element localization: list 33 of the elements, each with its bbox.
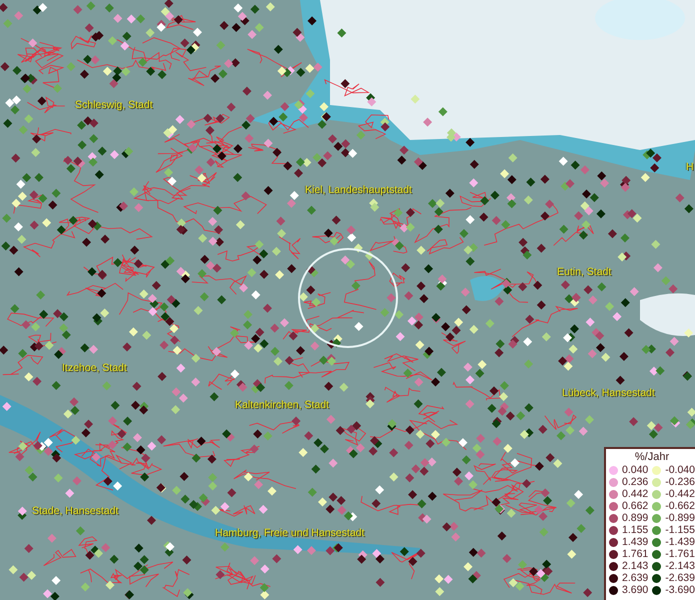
legend-value: -2.639: [665, 572, 695, 584]
legend-value: 1.761: [622, 548, 648, 560]
legend-value: 0.662: [622, 500, 648, 512]
legend-value: 0.040: [622, 464, 648, 476]
legend-value: -2.143: [665, 560, 695, 572]
legend-value: 0.442: [622, 488, 648, 500]
legend-value: 3.690: [622, 584, 648, 596]
legend-value: -1.155: [665, 524, 695, 536]
legend-value: -1.761: [665, 548, 695, 560]
legend-value: 2.639: [622, 572, 648, 584]
legend-value: 2.143: [622, 560, 648, 572]
legend-value: 1.155: [622, 524, 648, 536]
legend-value: 0.899: [622, 512, 648, 524]
place-label: Eutin, Stadt: [557, 266, 612, 278]
place-label: Itzehoe, Stadt: [62, 362, 127, 374]
legend-value: -0.236: [665, 476, 695, 488]
legend-title: %/Jahr: [634, 451, 670, 463]
place-label: Kiel, Landeshauptstadt: [305, 184, 412, 196]
place-label: Hamburg, Freie und Hansestadt: [215, 527, 364, 539]
legend-value: -0.662: [665, 500, 695, 512]
legend-value: -0.040: [665, 464, 695, 476]
legend-value: -3.690: [665, 584, 695, 596]
legend-value: 0.236: [622, 476, 648, 488]
legend-value: -0.899: [665, 512, 695, 524]
place-label: Lübeck, Hansestadt: [562, 387, 655, 399]
legend-value: 1.439: [622, 536, 648, 548]
legend-value: -1.439: [665, 536, 695, 548]
selection-circle[interactable]: [298, 248, 398, 348]
place-label: Stade, Hansestadt: [32, 505, 118, 517]
legend-value: -0.442: [665, 488, 695, 500]
place-label: Schleswig, Stadt: [75, 99, 153, 111]
place-label: H: [686, 161, 694, 173]
place-label: Kaltenkirchen, Stadt: [235, 399, 329, 411]
